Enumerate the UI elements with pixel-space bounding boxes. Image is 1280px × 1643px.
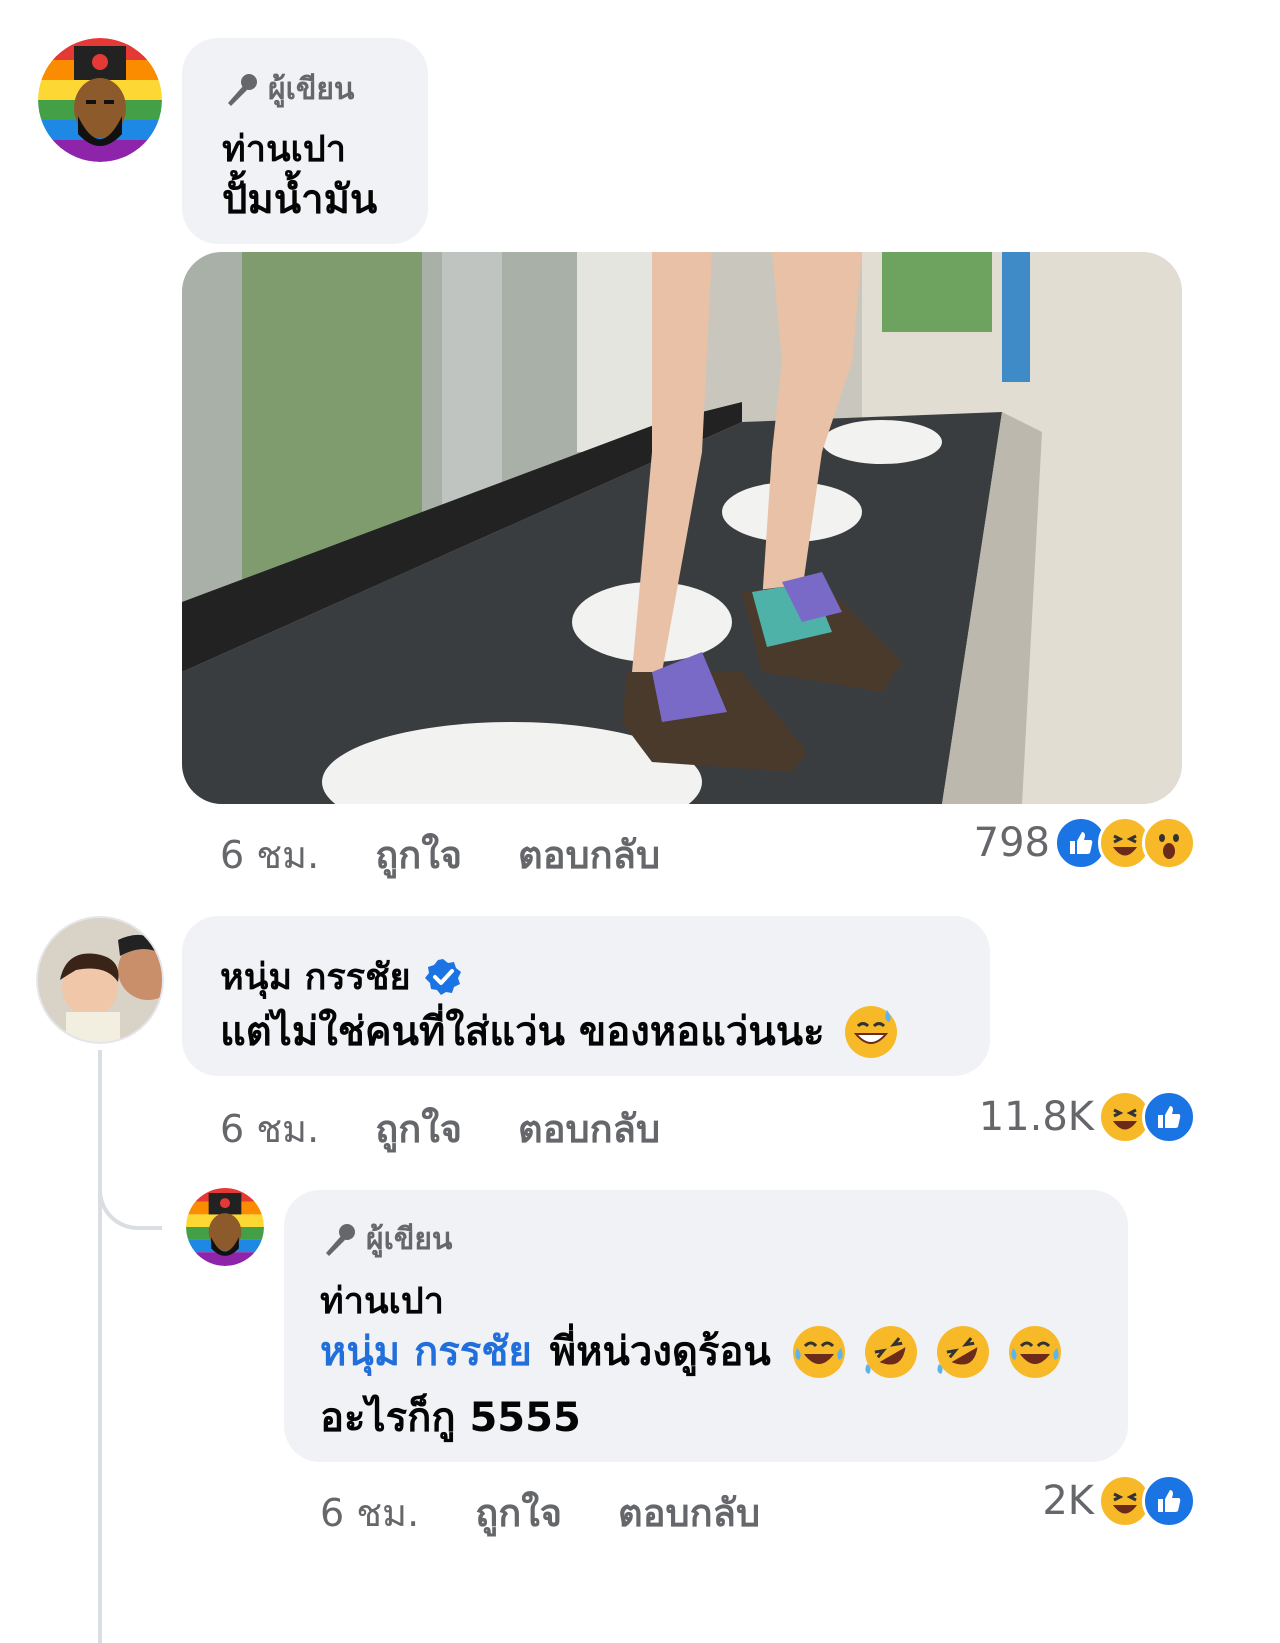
like-icon [1142, 1474, 1196, 1528]
comment-text-continued: อะไรก็กู 5555 [320, 1395, 581, 1441]
wow-icon [1142, 816, 1196, 870]
reaction-summary[interactable]: 2K [1042, 1474, 1196, 1528]
like-button[interactable]: ถูกใจ [375, 1098, 462, 1159]
reaction-count: 2K [1042, 1478, 1094, 1524]
author-name[interactable]: ท่านเปา [222, 120, 346, 177]
author-badge-label: ผู้เขียน [366, 1222, 453, 1257]
avatar-commenter[interactable] [36, 916, 164, 1044]
reply-thread-line [98, 1050, 102, 1643]
avatar-author[interactable] [186, 1188, 264, 1266]
avatar-author[interactable] [38, 38, 162, 162]
author-badge-label: ผู้เขียน [268, 72, 355, 107]
reply-button[interactable]: ตอบกลับ [618, 1482, 760, 1543]
author-badge: ผู้เขียน [222, 66, 354, 113]
reply-button[interactable]: ตอบกลับ [518, 824, 660, 885]
joy-emoji [1008, 1326, 1061, 1378]
comment-timestamp[interactable]: 6 ชม. [220, 1098, 319, 1159]
reaction-summary[interactable]: 798 [974, 816, 1196, 870]
comment-timestamp[interactable]: 6 ชม. [320, 1482, 419, 1543]
joy-emoji [792, 1326, 845, 1378]
comment-actions: 6 ชม. ถูกใจ ตอบกลับ [220, 1098, 660, 1159]
rofl-emoji [864, 1326, 917, 1378]
reaction-count: 798 [973, 820, 1050, 866]
comment-text-body: แต่ไม่ใช่คนที่ใส่แว่น ของหอแว่นนะ [220, 1009, 825, 1055]
author-name[interactable]: ท่านเปา [320, 1272, 444, 1329]
like-button[interactable]: ถูกใจ [475, 1482, 562, 1543]
comment-photo[interactable] [182, 252, 1182, 804]
like-button[interactable]: ถูกใจ [375, 824, 462, 885]
reply-thread-branch [98, 1150, 162, 1230]
author-badge: ผู้เขียน [320, 1216, 452, 1263]
comment-author[interactable]: ท่านเปา [320, 1272, 444, 1329]
like-icon [1142, 1090, 1196, 1144]
comment-actions: 6 ชม. ถูกใจ ตอบกลับ [220, 824, 660, 885]
reply-button[interactable]: ตอบกลับ [518, 1098, 660, 1159]
reaction-count: 11.8K [978, 1094, 1094, 1140]
comment-text-body: พี่หน่วงดูร้อน [549, 1329, 771, 1375]
rofl-emoji [936, 1326, 989, 1378]
comment-text: ปั้มน้ำมัน [222, 177, 378, 223]
reaction-summary[interactable]: 11.8K [979, 1090, 1196, 1144]
verified-badge-icon [424, 958, 461, 995]
comment-author[interactable]: หนุ่ม กรรชัย [220, 948, 463, 1005]
author-name[interactable]: หนุ่ม กรรชัย [220, 948, 411, 1005]
comment-text: หนุ่ม กรรชัย พี่หน่วงดูร้อน [320, 1322, 1063, 1382]
mention-link[interactable]: หนุ่ม กรรชัย [320, 1322, 532, 1382]
comment-author[interactable]: ท่านเปา [222, 120, 346, 177]
sweat-smile-emoji [844, 1006, 897, 1058]
comment-text: แต่ไม่ใช่คนที่ใส่แว่น ของหอแว่นนะ [220, 1002, 899, 1062]
comment-actions: 6 ชม. ถูกใจ ตอบกลับ [320, 1482, 760, 1543]
microphone-icon [228, 73, 257, 106]
comment-timestamp[interactable]: 6 ชม. [220, 824, 319, 885]
microphone-icon [326, 1223, 355, 1256]
